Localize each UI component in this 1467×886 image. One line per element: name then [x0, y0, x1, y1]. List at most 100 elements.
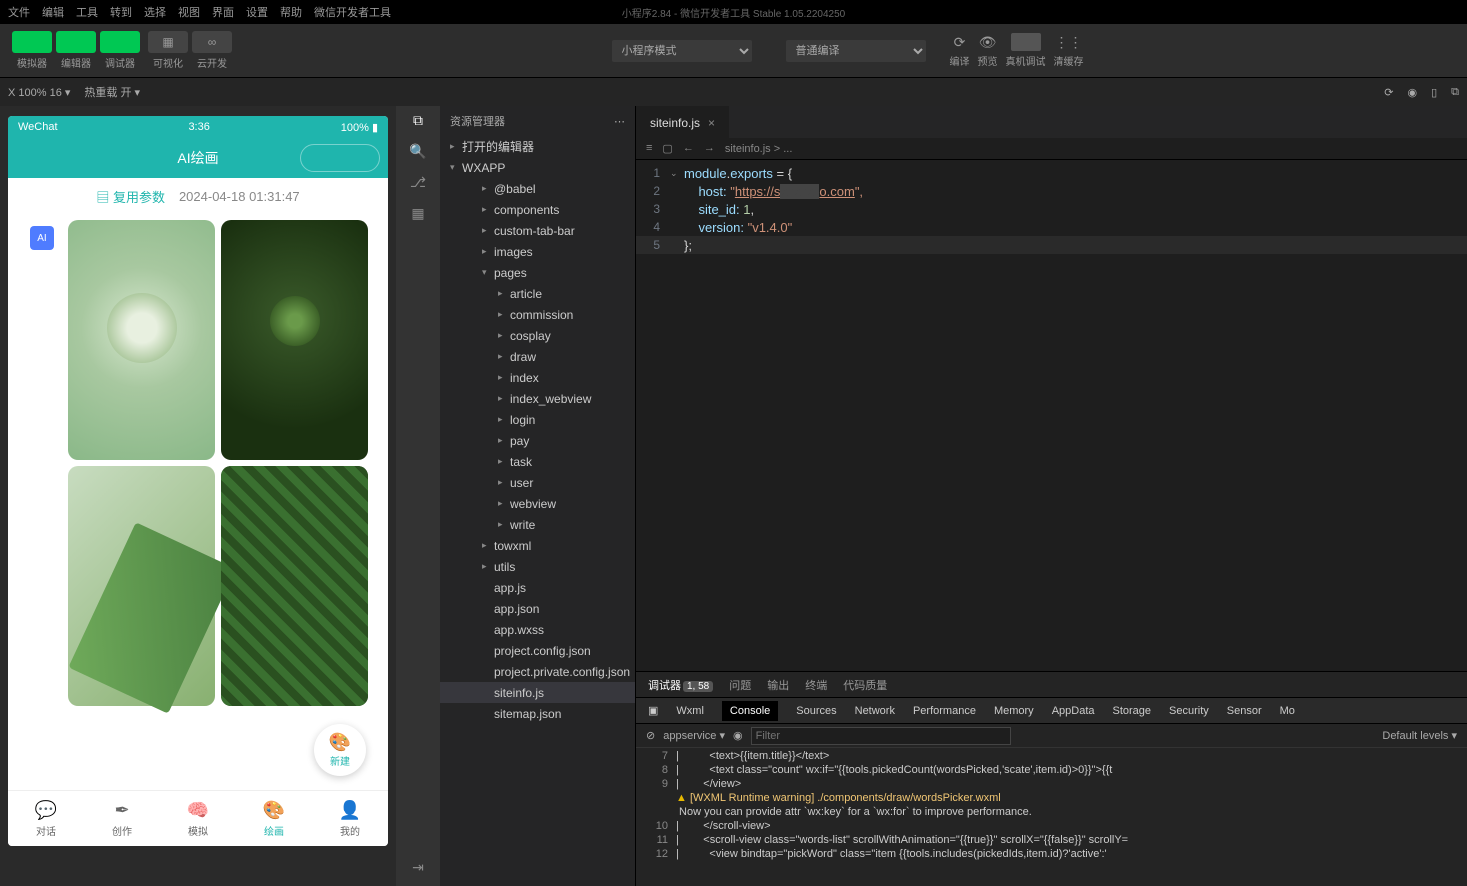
menu-item[interactable]: 编辑 [42, 4, 64, 20]
editor-tab[interactable]: siteinfo.js × [636, 106, 729, 138]
menu-item[interactable]: 选择 [144, 4, 166, 20]
dt-tab-quality[interactable]: 代码质量 [843, 677, 887, 693]
remote-debug-button[interactable]: 真机调试 [1006, 33, 1046, 68]
file-item[interactable]: app.wxss [440, 619, 635, 640]
console-output[interactable]: 7| <text>{{item.title}}</text>8| <text c… [636, 748, 1467, 886]
folder-item[interactable]: ▸@babel [440, 178, 635, 199]
files-icon[interactable]: ⧉ [413, 112, 423, 129]
folder-item[interactable]: ▸towxml [440, 535, 635, 556]
branch-icon[interactable]: ⎇ [410, 174, 426, 191]
folder-item[interactable]: ▸cosplay [440, 325, 635, 346]
dt-tab-debugger[interactable]: 调试器1, 58 [648, 677, 713, 693]
dt-tab-terminal[interactable]: 终端 [805, 677, 827, 693]
dt2-console[interactable]: Console [722, 701, 778, 721]
compile-select[interactable]: 普通编译 [786, 40, 926, 62]
search-icon[interactable]: 🔍 [409, 143, 426, 160]
file-item[interactable]: siteinfo.js [440, 682, 635, 703]
dt2-performance[interactable]: Performance [913, 705, 976, 717]
tab-draw[interactable]: 🎨绘画 [236, 791, 312, 846]
refresh-icon[interactable]: ⟳ [1384, 86, 1393, 99]
filter-input[interactable] [751, 727, 1011, 745]
folder-item[interactable]: ▸images [440, 241, 635, 262]
record-icon[interactable]: ◉ [1407, 86, 1417, 99]
image-tile[interactable] [68, 466, 215, 706]
debugger-toggle[interactable] [100, 31, 140, 53]
file-item[interactable]: project.private.config.json [440, 661, 635, 682]
hot-reload-select[interactable]: 热重载 开 ▾ [84, 84, 140, 100]
dt2-sources[interactable]: Sources [796, 705, 836, 717]
dt2-sensor[interactable]: Sensor [1227, 705, 1262, 717]
detach-icon[interactable]: ⧉ [1451, 86, 1459, 99]
menu-item[interactable]: 工具 [76, 4, 98, 20]
folder-item[interactable]: ▾pages [440, 262, 635, 283]
image-tile[interactable] [68, 220, 215, 460]
file-item[interactable]: project.config.json [440, 640, 635, 661]
clear-icon[interactable]: ⊘ [646, 729, 655, 742]
menu-item[interactable]: 界面 [212, 4, 234, 20]
dt2-memory[interactable]: Memory [994, 705, 1034, 717]
workspace-root[interactable]: ▾WXAPP [440, 157, 635, 178]
expand-icon[interactable]: ⇥ [412, 859, 424, 876]
folder-item[interactable]: ▸login [440, 409, 635, 430]
tab-me[interactable]: 👤我的 [312, 791, 388, 846]
reuse-params-link[interactable]: ▤ 复用参数 [96, 187, 165, 206]
code-editor[interactable]: 1⌄module.exports = { 2 host: "https://sx… [636, 160, 1467, 671]
preview-button[interactable]: 👁预览 [978, 33, 998, 68]
back-icon[interactable]: ← [683, 142, 694, 155]
scope-select[interactable]: appservice ▾ [663, 729, 725, 742]
compile-button[interactable]: ⟳编译 [950, 33, 970, 68]
more-icon[interactable]: ⋯ [614, 115, 625, 128]
dt2-storage[interactable]: Storage [1113, 705, 1152, 717]
close-icon[interactable]: × [708, 116, 715, 130]
editor-toggle[interactable] [56, 31, 96, 53]
mode-select[interactable]: 小程序模式 [612, 40, 752, 62]
folder-item[interactable]: ▸pay [440, 430, 635, 451]
clear-cache-button[interactable]: ⋮⋮清缓存 [1054, 33, 1084, 68]
forward-icon[interactable]: → [704, 142, 715, 155]
folder-item[interactable]: ▸draw [440, 346, 635, 367]
file-item[interactable]: sitemap.json [440, 703, 635, 724]
capsule-button[interactable] [300, 144, 380, 172]
folder-item[interactable]: ▸webview [440, 493, 635, 514]
dt2-network[interactable]: Network [855, 705, 895, 717]
folder-item[interactable]: ▸task [440, 451, 635, 472]
tab-chat[interactable]: 💬对话 [8, 791, 84, 846]
zoom-select[interactable]: X 100% 16 ▾ [8, 86, 70, 99]
open-editors-section[interactable]: ▸打开的编辑器 [440, 136, 635, 157]
folder-item[interactable]: ▸components [440, 199, 635, 220]
folder-item[interactable]: ▸user [440, 472, 635, 493]
folder-item[interactable]: ▸index_webview [440, 388, 635, 409]
image-tile[interactable] [221, 466, 368, 706]
dt2-appdata[interactable]: AppData [1052, 705, 1095, 717]
folder-item[interactable]: ▸index [440, 367, 635, 388]
menu-item[interactable]: 设置 [246, 4, 268, 20]
eye-icon[interactable]: ◉ [733, 729, 743, 742]
folder-item[interactable]: ▸commission [440, 304, 635, 325]
menu-item[interactable]: 视图 [178, 4, 200, 20]
visual-toggle[interactable]: ▦ [148, 31, 188, 53]
folder-item[interactable]: ▸article [440, 283, 635, 304]
folder-item[interactable]: ▸custom-tab-bar [440, 220, 635, 241]
dt-tab-output[interactable]: 输出 [767, 677, 789, 693]
phone-icon[interactable]: ▯ [1431, 86, 1437, 99]
menu-item[interactable]: 文件 [8, 4, 30, 20]
bookmark-icon[interactable]: ▢ [662, 142, 672, 155]
tab-create[interactable]: ✒创作 [84, 791, 160, 846]
levels-select[interactable]: Default levels ▾ [1382, 729, 1457, 742]
menu-item[interactable]: 帮助 [280, 4, 302, 20]
image-tile[interactable] [221, 220, 368, 460]
simulator-toggle[interactable] [12, 31, 52, 53]
file-item[interactable]: app.json [440, 598, 635, 619]
menu-item[interactable]: 微信开发者工具 [314, 4, 391, 20]
folder-item[interactable]: ▸utils [440, 556, 635, 577]
dt2-security[interactable]: Security [1169, 705, 1209, 717]
dt-tab-problems[interactable]: 问题 [729, 677, 751, 693]
dt2-wxml[interactable]: Wxml [676, 705, 704, 717]
folder-item[interactable]: ▸write [440, 514, 635, 535]
tab-simulate[interactable]: 🧠模拟 [160, 791, 236, 846]
inspect-icon[interactable]: ▣ [648, 704, 658, 717]
new-fab[interactable]: 🎨 新建 [314, 724, 366, 776]
breadcrumb[interactable]: siteinfo.js > ... [725, 143, 793, 155]
menu-item[interactable]: 转到 [110, 4, 132, 20]
cloud-toggle[interactable]: ∞ [192, 31, 232, 53]
